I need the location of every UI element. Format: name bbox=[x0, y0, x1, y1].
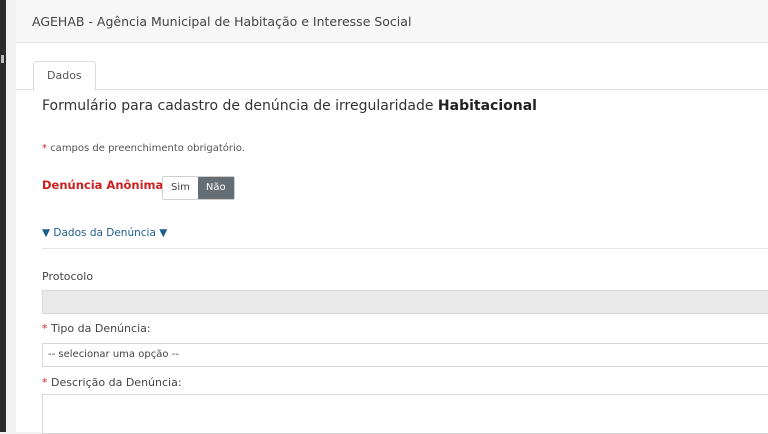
window-edge-marker bbox=[1, 55, 4, 63]
anonymous-toggle: Sim Não bbox=[162, 176, 235, 200]
descricao-denuncia-label-text: Descrição da Denúncia: bbox=[51, 376, 182, 389]
anonymous-option-sim[interactable]: Sim bbox=[163, 177, 198, 199]
app-title: AGEHAB - Agência Municipal de Habitação … bbox=[32, 13, 412, 29]
descricao-denuncia-textarea[interactable] bbox=[42, 394, 768, 434]
protocolo-label: Protocolo bbox=[42, 270, 94, 283]
tipo-required-asterisk: * bbox=[42, 322, 48, 335]
section-toggle-dados-denuncia[interactable]: ▼ Dados da Denúncia ▼ bbox=[42, 227, 167, 239]
left-window-strip bbox=[0, 0, 6, 432]
descricao-required-asterisk: * bbox=[42, 376, 48, 389]
tipo-denuncia-select[interactable]: -- selecionar uma opção -- bbox=[42, 343, 768, 367]
required-fields-note: * campos de preenchimento obrigatório. bbox=[42, 143, 245, 154]
descricao-denuncia-label: * Descrição da Denúncia: bbox=[42, 376, 182, 389]
form-title-emphasis: Habitacional bbox=[437, 98, 537, 114]
tipo-denuncia-label: * Tipo da Denúncia: bbox=[42, 322, 151, 335]
form-title-text: Formulário para cadastro de denúncia de … bbox=[42, 98, 434, 114]
protocolo-field[interactable] bbox=[42, 290, 768, 314]
tab-dados[interactable]: Dados bbox=[33, 61, 96, 91]
page-header: AGEHAB - Agência Municipal de Habitação … bbox=[16, 0, 768, 43]
required-asterisk: * bbox=[42, 143, 47, 154]
anonymous-report-label: Denúncia Anônima: bbox=[42, 178, 168, 192]
anonymous-option-nao[interactable]: Não bbox=[197, 177, 234, 199]
tipo-denuncia-label-text: Tipo da Denúncia: bbox=[51, 322, 151, 335]
main-panel: AGEHAB - Agência Municipal de Habitação … bbox=[16, 0, 768, 434]
section-divider bbox=[42, 248, 768, 249]
required-note-text: campos de preenchimento obrigatório. bbox=[50, 143, 245, 154]
form-title: Formulário para cadastro de denúncia de … bbox=[42, 98, 537, 114]
tab-bar: Dados bbox=[16, 61, 768, 91]
